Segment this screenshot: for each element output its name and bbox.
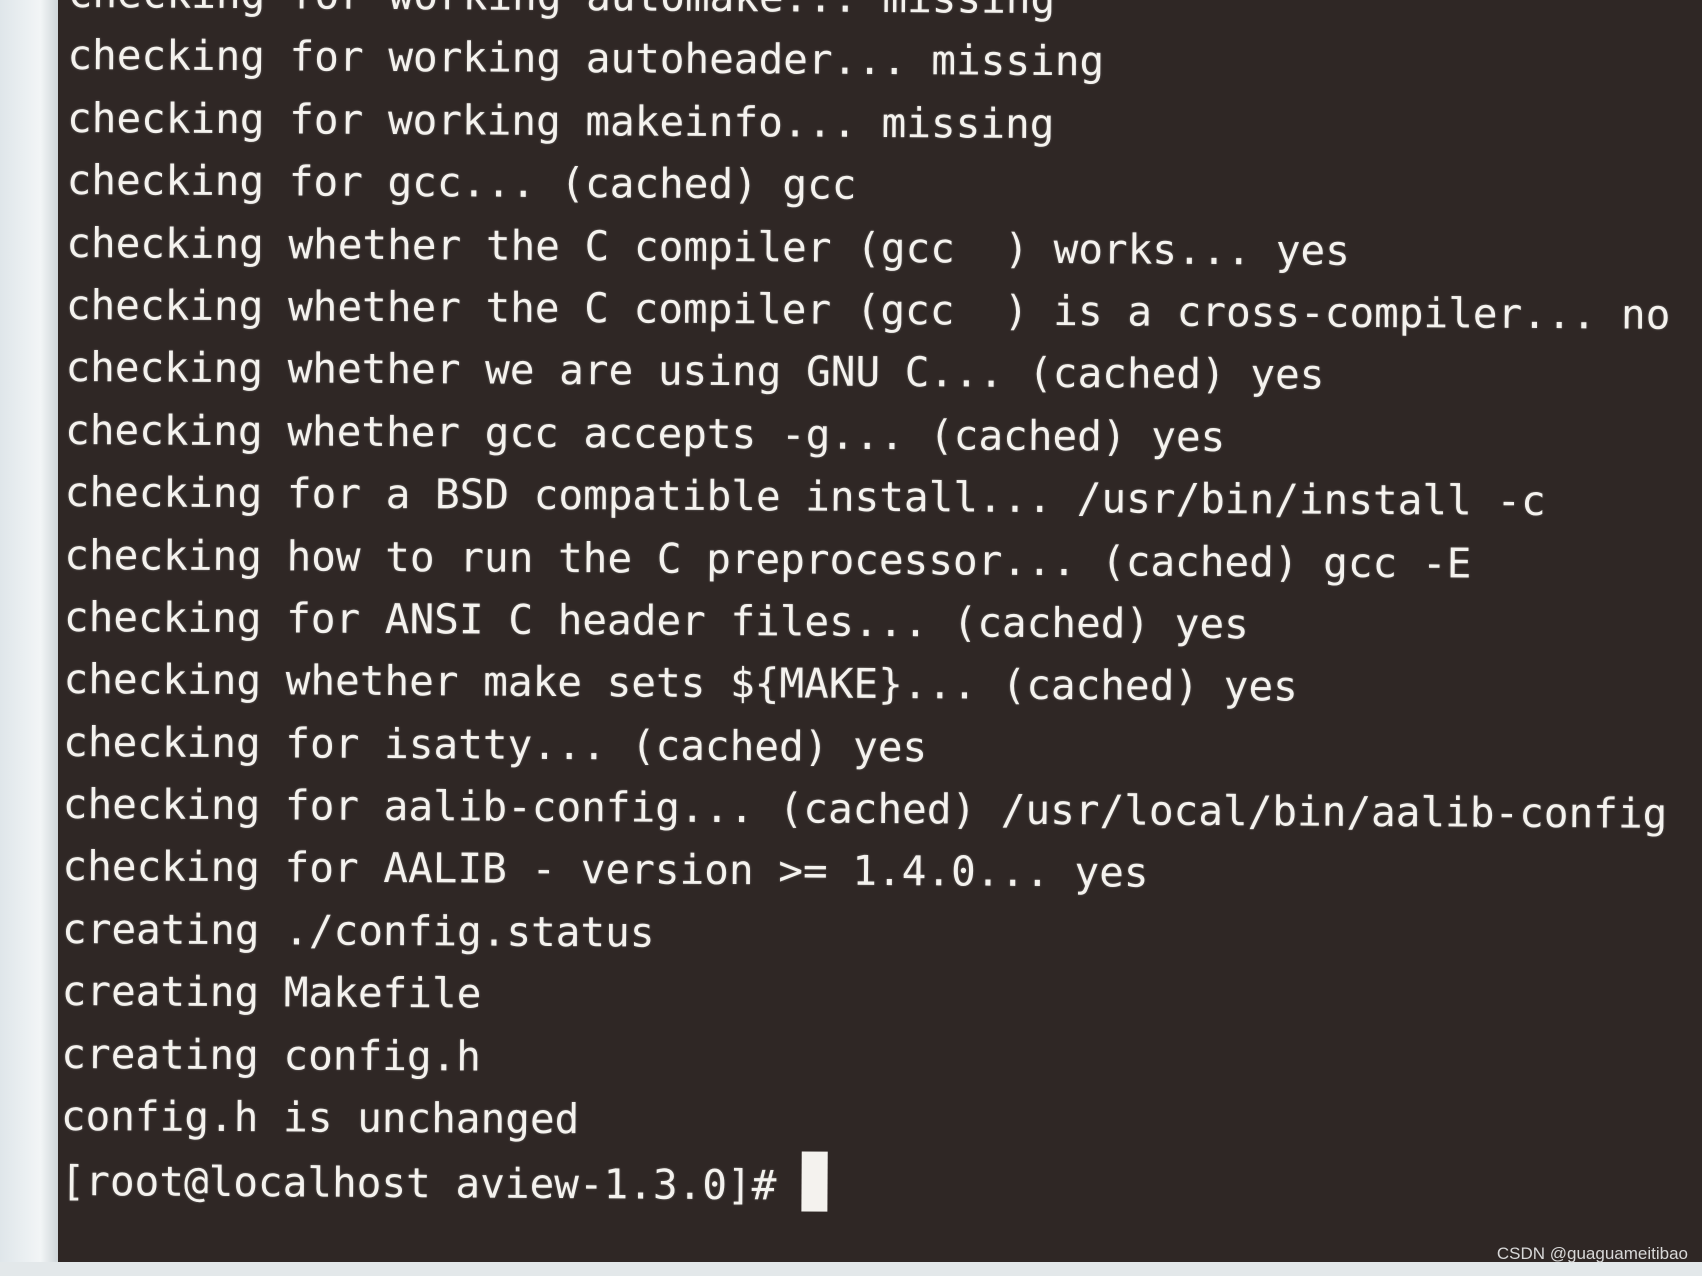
terminal-window[interactable]: checking for working automake... missing… bbox=[58, 0, 1702, 1262]
output-line: checking whether the C compiler (gcc ) w… bbox=[66, 218, 1350, 275]
output-line: checking for working autoheader... missi… bbox=[67, 31, 1105, 86]
monitor-bottom-edge bbox=[0, 1262, 1702, 1276]
shell-prompt: [root@localhost aview-1.3.0]# bbox=[60, 1157, 802, 1210]
output-line: creating Makefile bbox=[61, 967, 482, 1018]
output-line: creating config.h bbox=[61, 1029, 482, 1081]
output-line: checking for a BSD compatible install...… bbox=[64, 468, 1546, 526]
output-line: checking whether make sets ${MAKE}... (c… bbox=[63, 655, 1298, 711]
output-line: checking for working makeinfo... missing bbox=[66, 93, 1055, 148]
output-line: config.h is unchanged bbox=[60, 1092, 580, 1144]
terminal-output: checking for working automake... missing… bbox=[60, 0, 1672, 1220]
monitor-bezel bbox=[0, 0, 58, 1276]
text-cursor bbox=[800, 1151, 828, 1213]
output-line: checking how to run the C preprocessor..… bbox=[64, 530, 1472, 588]
prompt-line[interactable]: [root@localhost aview-1.3.0]# bbox=[60, 1147, 1665, 1219]
output-line: checking whether the C compiler (gcc ) i… bbox=[65, 280, 1671, 339]
output-line: checking for aalib-config... (cached) /u… bbox=[62, 780, 1668, 838]
watermark: CSDN @guaguameitibao bbox=[1496, 1244, 1688, 1263]
output-line: checking for gcc... (cached) gcc bbox=[66, 156, 857, 209]
output-line: checking for AALIB - version >= 1.4.0...… bbox=[62, 842, 1149, 898]
output-line: checking whether we are using GNU C... (… bbox=[65, 343, 1325, 400]
output-line: creating ./config.status bbox=[61, 904, 655, 957]
output-line: checking for isatty... (cached) yes bbox=[63, 717, 928, 771]
output-line: checking whether gcc accepts -g... (cach… bbox=[64, 405, 1226, 461]
output-line: checking for ANSI C header files... (cac… bbox=[63, 592, 1249, 649]
